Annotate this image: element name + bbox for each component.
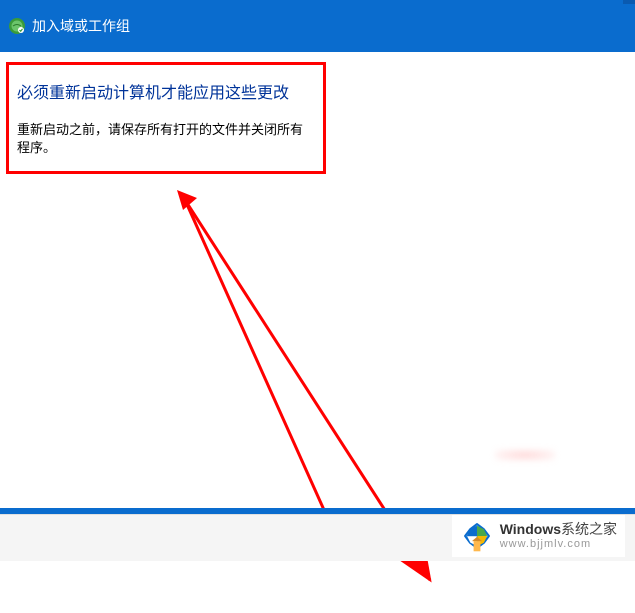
- window-titlebar: 加入域或工作组: [0, 0, 635, 52]
- windows-logo-icon: [460, 519, 494, 553]
- close-button-fragment: [623, 0, 635, 4]
- watermark-url: www.bjjmlv.com: [500, 538, 617, 550]
- watermark-brand: Windows系统之家: [500, 522, 617, 537]
- window-title: 加入域或工作组: [32, 16, 130, 36]
- highlight-smudge: [495, 449, 555, 461]
- watermark: Windows系统之家 www.bjjmlv.com: [452, 515, 625, 557]
- watermark-brand-zh: 系统之家: [561, 521, 617, 537]
- restart-notice-box: 必须重新启动计算机才能应用这些更改 重新启动之前，请保存所有打开的文件并关闭所有…: [6, 62, 326, 174]
- app-icon: [8, 17, 26, 35]
- watermark-text: Windows系统之家 www.bjjmlv.com: [500, 522, 617, 549]
- notice-heading: 必须重新启动计算机才能应用这些更改: [17, 79, 315, 103]
- dialog-content: 必须重新启动计算机才能应用这些更改 重新启动之前，请保存所有打开的文件并关闭所有…: [0, 52, 635, 514]
- notice-body: 重新启动之前，请保存所有打开的文件并关闭所有程序。: [17, 121, 315, 157]
- watermark-brand-en: Windows: [500, 521, 561, 537]
